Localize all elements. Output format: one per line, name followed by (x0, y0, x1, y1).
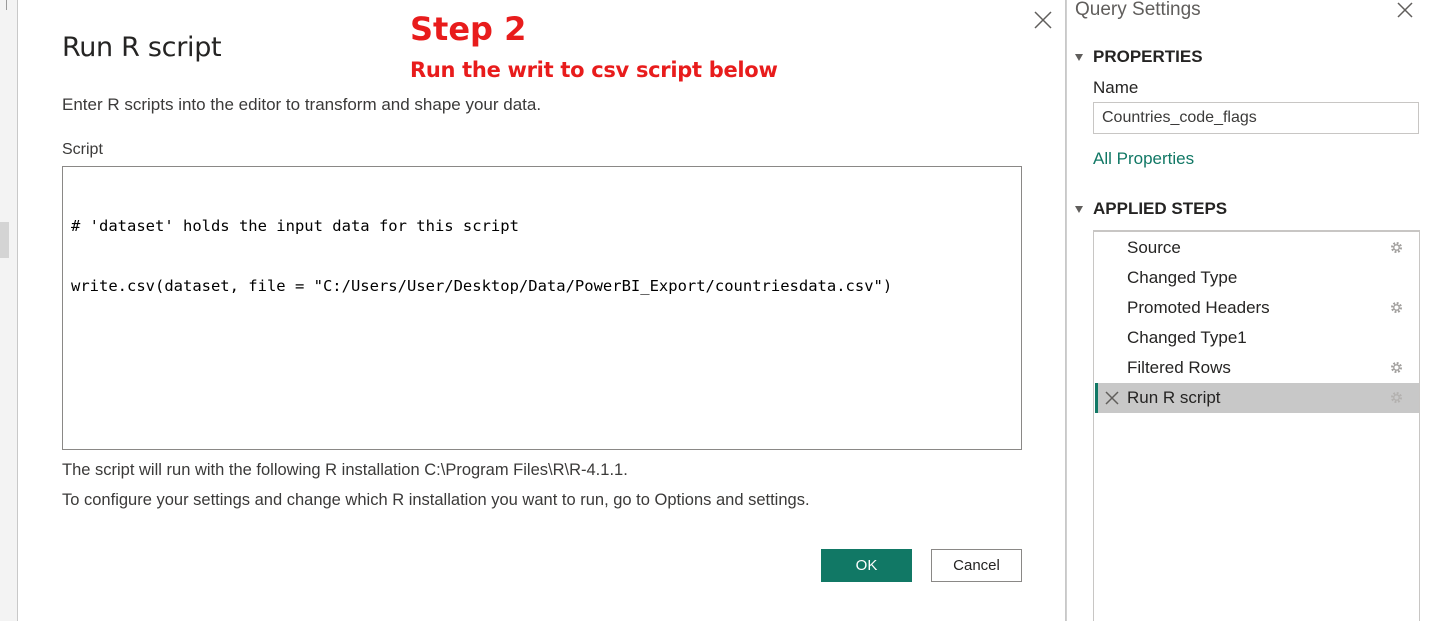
all-properties-link[interactable]: All Properties (1093, 149, 1194, 169)
script-label: Script (62, 141, 103, 158)
collapse-triangle-icon (1075, 205, 1083, 213)
delete-step-icon[interactable] (1104, 390, 1120, 406)
ok-button[interactable]: OK (821, 549, 912, 582)
name-label: Name (1093, 78, 1139, 97)
gear-icon[interactable] (1388, 389, 1405, 406)
step-label: Filtered Rows (1127, 358, 1231, 377)
screen: Run R script Step 2 Run the writ to csv … (0, 0, 1432, 621)
applied-step-filtered-rows[interactable]: Filtered Rows (1095, 353, 1419, 383)
collapse-triangle-icon (1075, 53, 1083, 61)
step-label: Changed Type1 (1127, 328, 1247, 347)
options-settings-info: To configure your settings and change wh… (62, 491, 810, 509)
script-editor[interactable]: # 'dataset' holds the input data for thi… (62, 166, 1022, 450)
step-label: Changed Type (1127, 268, 1238, 287)
gear-icon[interactable] (1388, 359, 1405, 376)
applied-steps-list: Source Changed Type Promoted Headers Cha… (1093, 230, 1420, 621)
query-settings-title: Query Settings (1075, 0, 1201, 20)
cancel-button[interactable]: Cancel (931, 549, 1022, 582)
applied-steps-header-label: APPLIED STEPS (1093, 199, 1228, 218)
query-name-input[interactable] (1093, 102, 1419, 134)
step-label: Run R script (1127, 388, 1221, 407)
applied-step-run-r-script[interactable]: Run R script (1095, 383, 1419, 413)
applied-step-promoted-headers[interactable]: Promoted Headers (1095, 293, 1419, 323)
annotation-step-title: Step 2 (410, 10, 527, 48)
dialog-close-button[interactable] (1032, 9, 1054, 31)
dialog-title: Run R script (62, 32, 222, 63)
script-line: # 'dataset' holds the input data for thi… (71, 217, 519, 235)
close-icon (1034, 11, 1052, 29)
applied-step-changed-type1[interactable]: Changed Type1 (1095, 323, 1419, 353)
properties-header-label: PROPERTIES (1093, 47, 1203, 66)
gear-icon[interactable] (1388, 299, 1405, 316)
close-icon (1397, 2, 1413, 18)
annotation-step-subtitle: Run the writ to csv script below (410, 58, 778, 82)
query-settings-close-button[interactable] (1395, 0, 1415, 20)
background-app-strip (0, 0, 18, 621)
script-line: write.csv(dataset, file = "C:/Users/User… (71, 277, 893, 295)
step-label: Promoted Headers (1127, 298, 1270, 317)
gear-icon[interactable] (1388, 239, 1405, 256)
query-settings-pane: Query Settings PROPERTIES Name All Prope… (1067, 0, 1432, 621)
background-divider (6, 0, 7, 10)
applied-step-changed-type[interactable]: Changed Type (1095, 263, 1419, 293)
r-installation-info: The script will run with the following R… (62, 461, 628, 479)
applied-step-source[interactable]: Source (1095, 233, 1419, 263)
run-r-script-dialog: Run R script Step 2 Run the writ to csv … (17, 0, 1066, 621)
properties-section-header[interactable]: PROPERTIES (1075, 47, 1203, 67)
applied-steps-section-header[interactable]: APPLIED STEPS (1075, 199, 1227, 219)
dialog-description: Enter R scripts into the editor to trans… (62, 95, 542, 114)
selected-indicator (1095, 383, 1098, 413)
background-scrollbar[interactable] (0, 222, 9, 258)
step-label: Source (1127, 238, 1181, 257)
